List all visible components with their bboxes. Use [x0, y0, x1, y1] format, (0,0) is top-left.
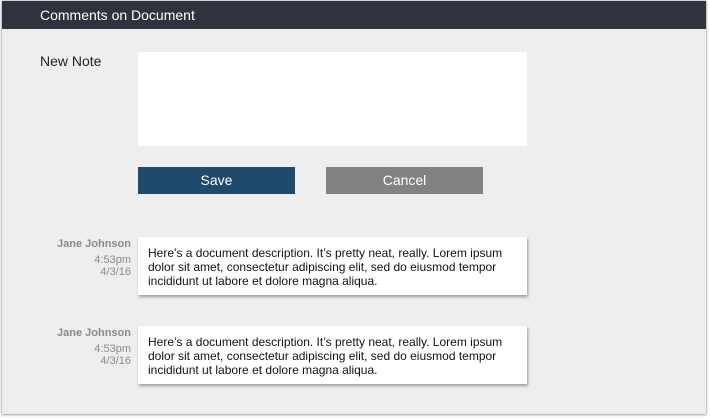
comment-author: Jane Johnson — [57, 238, 131, 250]
comment-date: 4/3/16 — [100, 266, 131, 278]
new-note-label: New Note — [40, 53, 102, 69]
comment-meta: Jane Johnson 4:53pm 4/3/16 — [22, 327, 131, 367]
comment-time: 4:53pm — [94, 343, 131, 355]
comments-window: Comments on Document New Note Save Cance… — [2, 1, 706, 414]
comment-date: 4/3/16 — [100, 355, 131, 367]
save-button[interactable]: Save — [138, 167, 295, 194]
cancel-button[interactable]: Cancel — [326, 167, 483, 194]
comment-author: Jane Johnson — [57, 327, 131, 339]
new-note-input[interactable] — [138, 52, 527, 146]
comment-body: Here’s a document description. It’s pret… — [138, 326, 527, 384]
comment-time: 4:53pm — [94, 254, 131, 266]
comment-body: Here’s a document description. It’s pret… — [138, 237, 527, 295]
comment-meta: Jane Johnson 4:53pm 4/3/16 — [22, 238, 131, 278]
window-title: Comments on Document — [2, 1, 706, 29]
